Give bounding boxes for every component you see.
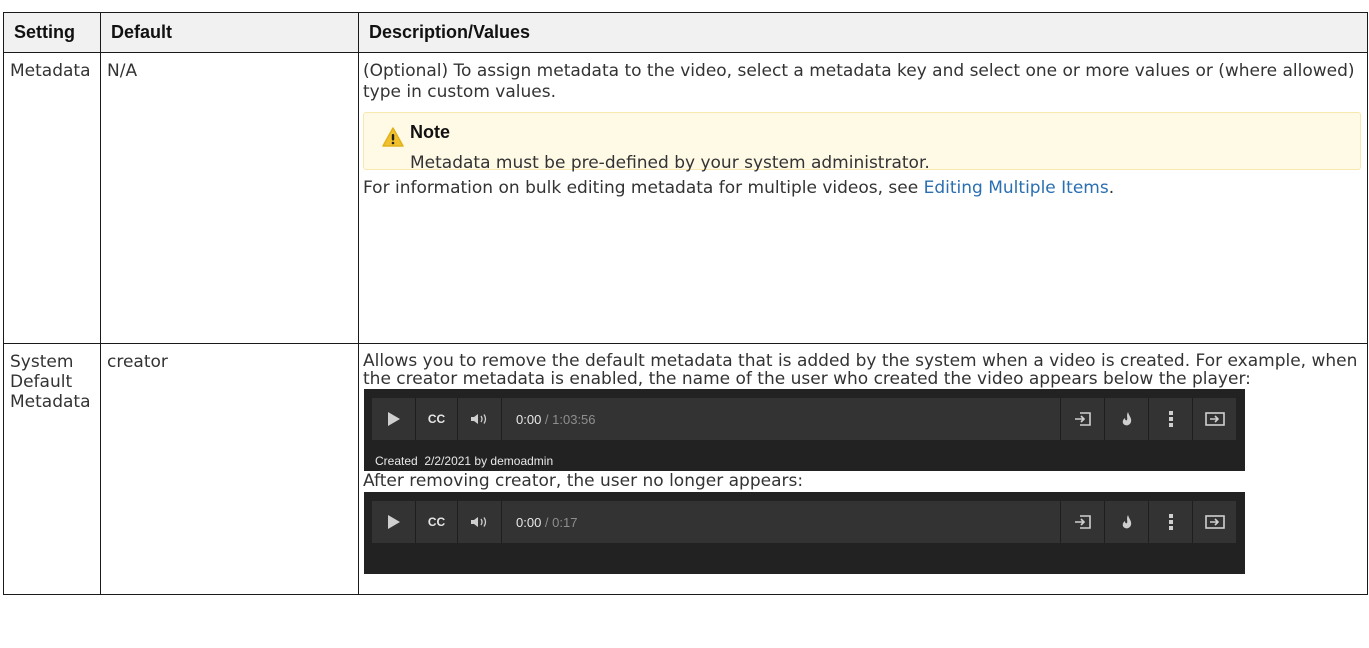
more-options-button[interactable] bbox=[1148, 501, 1192, 543]
volume-button[interactable] bbox=[458, 398, 502, 440]
volume-icon bbox=[470, 414, 486, 424]
setting-cell: Metadata bbox=[3, 52, 101, 344]
video-player-with-creator: CC 0:00 / 1:03:56 Created 2/2/2021 by de… bbox=[364, 389, 1245, 471]
after-removal-text: After removing creator, the user no long… bbox=[363, 471, 804, 491]
time-display: 0:00 / 1:03:56 bbox=[502, 409, 1060, 430]
table-row: Metadata N/A (Optional) To assign metada… bbox=[3, 52, 1368, 344]
created-label: Created bbox=[375, 454, 418, 468]
default-cell: creator bbox=[100, 343, 359, 595]
header-default: Default bbox=[100, 12, 359, 53]
note-title: Note bbox=[410, 122, 450, 142]
share-button[interactable] bbox=[1060, 398, 1104, 440]
closed-captions-button[interactable]: CC bbox=[416, 398, 458, 440]
created-value: 2/2/2021 by demoadmin bbox=[424, 454, 554, 468]
description-outro: For information on bulk editing metadata… bbox=[363, 178, 1361, 199]
time-duration: / 1:03:56 bbox=[541, 411, 596, 427]
header-description: Description/Values bbox=[358, 12, 1368, 53]
more-vertical-icon bbox=[1168, 411, 1173, 427]
more-options-button[interactable] bbox=[1148, 398, 1192, 440]
theater-mode-button[interactable] bbox=[1192, 398, 1236, 440]
default-cell: N/A bbox=[100, 52, 359, 344]
page: Setting Default Description/Values Metad… bbox=[0, 0, 1369, 648]
flame-icon bbox=[1122, 515, 1131, 529]
play-icon bbox=[387, 412, 400, 426]
warning-icon bbox=[382, 127, 404, 147]
share-button[interactable] bbox=[1060, 501, 1104, 543]
pulse-button[interactable] bbox=[1104, 501, 1148, 543]
play-button[interactable] bbox=[372, 398, 416, 440]
theater-mode-button[interactable] bbox=[1192, 501, 1236, 543]
player-controls: CC 0:00 / 0:17 bbox=[372, 501, 1236, 543]
video-player-without-creator: CC 0:00 / 0:17 bbox=[364, 492, 1245, 574]
setting-cell: System Default Metadata bbox=[3, 343, 101, 595]
time-duration: / 0:17 bbox=[541, 514, 578, 530]
player-controls: CC 0:00 / 1:03:56 bbox=[372, 398, 1236, 440]
header-setting: Setting bbox=[3, 12, 101, 53]
description-text: (Optional) To assign metadata to the vid… bbox=[363, 61, 1355, 102]
time-current: 0:00 bbox=[516, 514, 542, 530]
pulse-button[interactable] bbox=[1104, 398, 1148, 440]
outro-suffix: . bbox=[1108, 178, 1115, 198]
created-by-line: Created 2/2/2021 by demoadmin bbox=[375, 451, 553, 472]
play-icon bbox=[387, 515, 400, 529]
table-header-row: Setting Default Description/Values bbox=[3, 12, 1368, 53]
volume-icon bbox=[470, 517, 486, 527]
play-button[interactable] bbox=[372, 501, 416, 543]
closed-captions-button[interactable]: CC bbox=[416, 501, 458, 543]
editing-multiple-items-link[interactable]: Editing Multiple Items bbox=[924, 178, 1109, 198]
description-text: Allows you to remove the default metadat… bbox=[363, 351, 1358, 389]
expand-icon bbox=[1204, 515, 1225, 529]
share-icon bbox=[1074, 412, 1091, 426]
share-icon bbox=[1074, 515, 1091, 529]
note-body: Metadata must be pre-defined by your sys… bbox=[410, 153, 930, 173]
volume-button[interactable] bbox=[458, 501, 502, 543]
description-cell: (Optional) To assign metadata to the vid… bbox=[358, 52, 1368, 344]
note-panel: Note Metadata must be pre-defined by you… bbox=[363, 112, 1361, 173]
description-cell: Allows you to remove the default metadat… bbox=[358, 343, 1368, 595]
flame-icon bbox=[1122, 412, 1131, 426]
time-current: 0:00 bbox=[516, 411, 542, 427]
table-row: System Default Metadata creator Allows y… bbox=[3, 343, 1368, 595]
expand-icon bbox=[1204, 412, 1225, 426]
time-display: 0:00 / 0:17 bbox=[502, 512, 1060, 533]
outro-text: For information on bulk editing metadata… bbox=[363, 178, 924, 198]
more-vertical-icon bbox=[1168, 514, 1173, 530]
settings-table: Setting Default Description/Values Metad… bbox=[3, 12, 1368, 595]
